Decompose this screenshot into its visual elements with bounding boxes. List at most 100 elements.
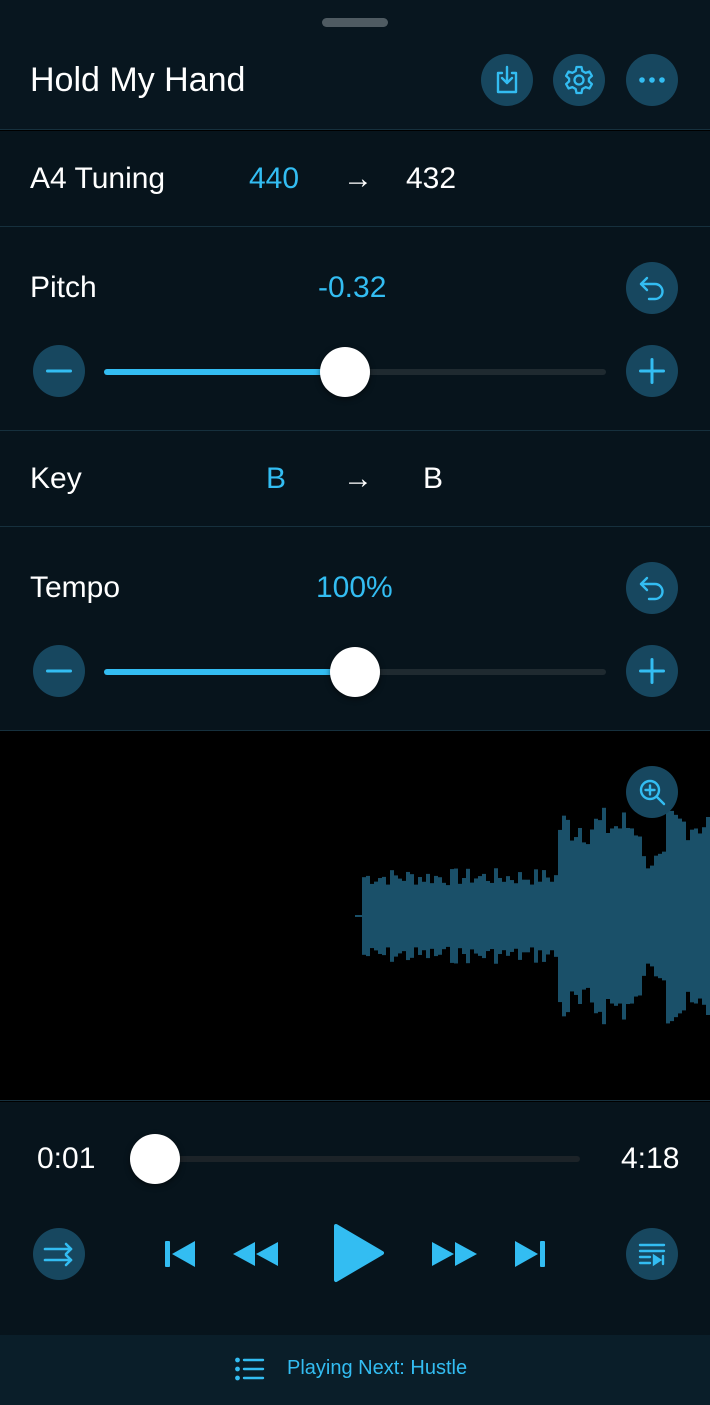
waveform-bar [510, 880, 514, 952]
waveform-bar [670, 810, 674, 1022]
pitch-reset-button[interactable] [626, 262, 678, 314]
tempo-label: Tempo [30, 571, 121, 604]
skip-previous-icon [165, 1241, 195, 1267]
skip-next-button[interactable] [510, 1236, 550, 1272]
play-button[interactable] [326, 1222, 388, 1284]
transport-panel: 0:01 4:18 [0, 1102, 710, 1335]
waveform-bar [566, 819, 570, 1013]
waveform-bar [586, 844, 590, 988]
waveform-bar [518, 872, 522, 960]
key-arrow-icon: → [343, 462, 373, 495]
key-to-value[interactable]: B [423, 462, 443, 496]
rewind-button[interactable] [230, 1236, 280, 1272]
tuning-row[interactable]: A4 Tuning 440 → 432 [0, 131, 710, 227]
undo-icon [639, 576, 664, 601]
tuning-to-value[interactable]: 432 [406, 162, 456, 196]
shuffle-icon [43, 1242, 73, 1267]
waveform-bar [634, 835, 638, 997]
waveform-bar [614, 826, 618, 1006]
total-time: 4:18 [621, 1142, 680, 1175]
waveform-bar [466, 868, 470, 964]
zoom-button[interactable] [626, 766, 678, 818]
fast-forward-button[interactable] [430, 1236, 480, 1272]
waveform-bar [418, 877, 422, 955]
waveform-bar [482, 873, 486, 959]
waveform-bar [674, 814, 678, 1018]
waveform-bar [422, 881, 426, 951]
waveform-bar [538, 881, 542, 951]
tempo-value: 100% [316, 571, 393, 604]
tempo-increase-button[interactable] [626, 645, 678, 697]
sheet-grabber-handle[interactable] [322, 18, 388, 27]
tuning-from-value[interactable]: 440 [249, 162, 299, 196]
waveform-bar [658, 853, 662, 979]
playback-progress-slider[interactable] [130, 1134, 580, 1184]
playing-next-label: Playing Next: Hustle [287, 1357, 468, 1379]
waveform-bar [526, 879, 530, 953]
waveform-bar [534, 869, 538, 963]
settings-button[interactable] [553, 54, 605, 106]
shuffle-button[interactable] [33, 1228, 85, 1280]
pitch-slider-thumb[interactable] [319, 347, 370, 397]
playlist-button[interactable] [626, 1228, 678, 1280]
waveform-bar [574, 837, 578, 995]
waveform-bar [378, 878, 382, 954]
waveform-bar [638, 836, 642, 996]
key-label: Key [30, 462, 82, 495]
key-row[interactable]: Key B → B [0, 431, 710, 527]
waveform-bar [446, 885, 450, 947]
plus-icon [639, 658, 665, 684]
tempo-slider-thumb[interactable] [330, 647, 380, 697]
waveform-bar [386, 884, 390, 948]
waveform-bar [650, 865, 654, 967]
waveform-bar [498, 877, 502, 955]
waveform-bar [458, 883, 462, 949]
waveform-bar [662, 851, 666, 981]
pitch-slider[interactable] [104, 347, 606, 397]
pitch-slider-fill [104, 369, 345, 375]
download-icon [496, 65, 518, 94]
waveform-bar [678, 818, 682, 1014]
waveform-bar [486, 880, 490, 952]
tempo-slider[interactable] [104, 647, 606, 697]
waveform-bar [410, 874, 414, 958]
waveform-bar [682, 821, 686, 1011]
waveform-bar [462, 878, 466, 954]
waveform-bar [414, 884, 418, 948]
waveform-bar [374, 881, 378, 951]
zoom-in-icon [639, 779, 666, 806]
key-from-value[interactable]: B [266, 462, 286, 496]
waveform-bar [550, 881, 554, 951]
song-title: Hold My Hand [30, 61, 246, 99]
waveform-bar [558, 829, 562, 1003]
waveform-bar [590, 829, 594, 1003]
skip-next-icon [515, 1241, 545, 1267]
plus-icon [639, 358, 665, 384]
waveform-bar [398, 878, 402, 954]
playing-next-bar[interactable]: Playing Next: Hustle [0, 1335, 710, 1405]
waveform-bar [578, 827, 582, 1005]
tempo-decrease-button[interactable] [33, 645, 85, 697]
waveform-bar [690, 829, 694, 1003]
more-button[interactable] [626, 54, 678, 106]
pitch-decrease-button[interactable] [33, 345, 85, 397]
tempo-reset-button[interactable] [626, 562, 678, 614]
waveform-bar [694, 828, 698, 1004]
pitch-increase-button[interactable] [626, 345, 678, 397]
download-button[interactable] [481, 54, 533, 106]
waveform-bar [490, 882, 494, 950]
header: Hold My Hand [0, 0, 710, 130]
waveform-bar [706, 816, 710, 1016]
waveform [355, 807, 710, 1025]
waveform-bar [454, 868, 458, 964]
waveform-bar [530, 884, 534, 948]
waveform-bar [602, 807, 606, 1025]
minus-icon [46, 369, 72, 373]
waveform-bar [426, 873, 430, 959]
waveform-bar [642, 856, 646, 976]
playback-progress-thumb[interactable] [130, 1134, 180, 1184]
waveform-bar [442, 882, 446, 950]
waveform-view[interactable] [0, 731, 710, 1101]
skip-previous-button[interactable] [160, 1236, 200, 1272]
waveform-bar [554, 875, 558, 957]
